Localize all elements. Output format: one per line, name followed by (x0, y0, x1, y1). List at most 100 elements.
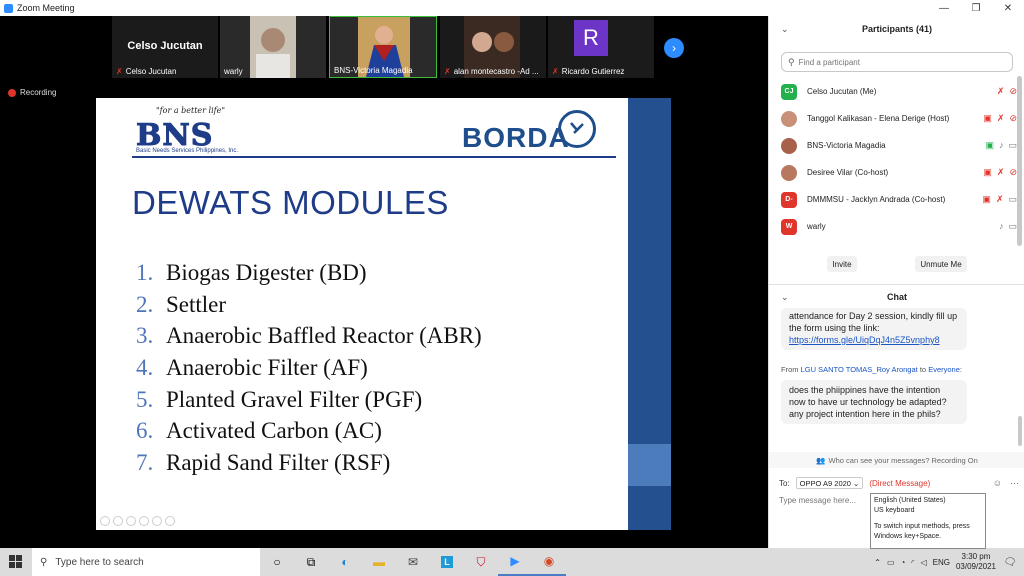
slide-controls (100, 516, 175, 526)
participant-row[interactable]: D- DMMMSU - Jacklyn Andrada (Co-host) ▣ … (781, 186, 1017, 213)
slide-control-icon[interactable] (113, 516, 123, 526)
emoji-icon[interactable]: ☺ (993, 478, 1002, 489)
list-item: 7. Rapid Sand Filter (RSF) (136, 450, 482, 482)
search-input[interactable] (798, 57, 999, 67)
minimize-button[interactable]: — (928, 0, 960, 16)
chat-message-input[interactable] (779, 496, 869, 505)
video-off-icon[interactable]: ⊘ (1009, 86, 1017, 97)
slide-title: DEWATS MODULES (132, 184, 449, 221)
record-icon (8, 88, 16, 97)
windows-start-button[interactable] (0, 548, 32, 576)
bns-subtitle: Basic Needs Services Philippines, Inc. (136, 148, 239, 154)
file-explorer-icon[interactable]: ▬ (362, 548, 396, 576)
video-icon[interactable]: ▭ (1008, 194, 1017, 205)
more-icon[interactable]: ⋯ (1010, 478, 1019, 489)
video-icon[interactable]: ▭ (1008, 140, 1017, 151)
list-item: 4. Anaerobic Filter (AF) (136, 355, 482, 387)
tooltip-line: To switch input methods, press Windows k… (874, 523, 970, 540)
video-off-icon[interactable]: ⊘ (1009, 113, 1017, 124)
wifi-icon[interactable]: ◜ (911, 558, 914, 567)
mic-off-icon[interactable]: ✗ (997, 167, 1005, 178)
window-title: Zoom Meeting (17, 3, 75, 13)
share-screen-icon: ▣ (982, 194, 991, 204)
video-tile-ricardo[interactable]: R ✗ Ricardo Gutierrez (548, 16, 654, 78)
recipient-name[interactable]: Everyone (928, 365, 960, 374)
list-item: 2. Settler (136, 292, 482, 324)
mic-icon[interactable]: ♪ (999, 221, 1004, 232)
zoom-meeting-screen: Zoom Meeting — ❐ ✕ Celso Jucutan ✗ Celso… (0, 0, 1024, 576)
next-video-page-button[interactable]: › (664, 38, 684, 58)
mail-icon[interactable]: ✉ (396, 548, 430, 576)
slide-control-icon[interactable] (126, 516, 136, 526)
maximize-button[interactable]: ❐ (960, 0, 992, 16)
chevron-up-icon[interactable]: ⌃ (874, 558, 881, 567)
cortana-icon[interactable]: ○ (260, 548, 294, 576)
task-view-icon[interactable]: ⧉ (294, 548, 328, 576)
mic-icon[interactable]: ♪ (999, 140, 1004, 151)
slide-control-icon[interactable] (100, 516, 110, 526)
video-icon[interactable]: ▭ (1008, 221, 1017, 232)
powerpoint-icon[interactable]: ◉ (532, 548, 566, 576)
chat-scrollbar[interactable] (1018, 416, 1022, 446)
network-icon[interactable]: ◔ (901, 558, 906, 567)
unmute-me-button[interactable]: Unmute Me (915, 256, 967, 272)
panel-divider (769, 284, 1024, 285)
tile-label: ✗ Celso Jucutan (116, 67, 176, 76)
avatar: R (574, 20, 608, 56)
volume-icon[interactable]: ◁ (920, 558, 926, 567)
tile-name: alan montecastro -Ad ... (453, 67, 539, 76)
participant-row[interactable]: BNS-Victoria Magadia ▣ ♪ ▭ (781, 132, 1017, 159)
slide-control-icon[interactable] (165, 516, 175, 526)
participant-scrollbar[interactable] (1017, 76, 1022, 246)
window-controls: — ❐ ✕ (768, 0, 1024, 16)
participant-search[interactable]: ⚲ (781, 52, 1013, 72)
clock-time: 3:30 pm (961, 552, 991, 561)
battery-icon[interactable]: ▭ (887, 558, 895, 567)
close-button[interactable]: ✕ (992, 0, 1024, 16)
notification-icon[interactable]: 🗨 (1002, 554, 1018, 570)
video-tile-celso[interactable]: Celso Jucutan ✗ Celso Jucutan (112, 16, 218, 78)
video-off-icon[interactable]: ⊘ (1009, 167, 1017, 178)
video-tile-victoria[interactable]: BNS-Victoria Magadia (329, 16, 437, 78)
mic-off-icon: ✗ (552, 67, 559, 76)
language-indicator[interactable]: ENG (933, 558, 950, 567)
list-item: 3. Anaerobic Baffled Reactor (ABR) (136, 323, 482, 355)
clock-date: 03/09/2021 (955, 562, 996, 571)
tile-big-name: Celso Jucutan (127, 40, 203, 52)
mic-off-icon[interactable]: ✗ (996, 194, 1004, 205)
recording-indicator[interactable]: Recording (8, 88, 56, 97)
slide-control-icon[interactable] (139, 516, 149, 526)
mic-off-icon[interactable]: ✗ (997, 86, 1005, 97)
avatar (781, 110, 797, 127)
share-screen-icon: ▣ (983, 167, 992, 177)
taskbar-search[interactable]: ⚲ Type here to search (32, 548, 260, 576)
message-text: does the phiippines have the intention n… (789, 385, 947, 419)
avatar: D- (781, 191, 797, 208)
sender-name[interactable]: LGU SANTO TOMAS_Roy Arongat (801, 365, 918, 374)
who-can-see-bar[interactable]: 👥 Who can see your messages? Recording O… (769, 452, 1024, 468)
video-tile-alan[interactable]: ✗ alan montecastro -Ad ... (440, 16, 546, 78)
app-l-icon[interactable]: L (430, 548, 464, 576)
search-icon: ⚲ (40, 556, 48, 568)
mic-off-icon[interactable]: ✗ (997, 113, 1005, 124)
participant-name: DMMMSU - Jacklyn Andrada (Co-host) (807, 195, 946, 204)
participants-header: ⌄ Participants (41) (769, 24, 1024, 40)
participant-row[interactable]: CJ Celso Jucutan (Me) ✗ ⊘ (781, 78, 1017, 105)
slide-control-icon[interactable] (152, 516, 162, 526)
recipient-value: OPPO A9 2020 (799, 478, 851, 488)
message-link[interactable]: https://forms.gle/UiqDqJ4n5Z5vnphy8 (789, 335, 940, 345)
participant-row[interactable]: Desiree Vilar (Co-host) ▣ ✗ ⊘ (781, 159, 1017, 186)
clock[interactable]: 3:30 pm 03/09/2021 (956, 552, 996, 572)
participant-row[interactable]: Tanggol Kalikasan - Elena Derige (Host) … (781, 105, 1017, 132)
invite-button[interactable]: Invite (827, 256, 857, 272)
participant-row[interactable]: W warly ♪ ▭ (781, 213, 1017, 240)
zoom-icon[interactable]: ▶ (498, 548, 532, 576)
recipient-select[interactable]: OPPO A9 2020 ⌄ (795, 477, 864, 489)
video-tile-warly[interactable]: warly (220, 16, 326, 78)
avatar (781, 164, 797, 181)
edge-icon[interactable]: ◐ (328, 548, 362, 576)
list-item: 6. Activated Carbon (AC) (136, 418, 482, 450)
item-text: Settler (166, 291, 227, 317)
message-sender-line: From LGU SANTO TOMAS_Roy Arongat to Ever… (781, 365, 962, 374)
shield-icon[interactable]: ⛉ (464, 548, 498, 576)
